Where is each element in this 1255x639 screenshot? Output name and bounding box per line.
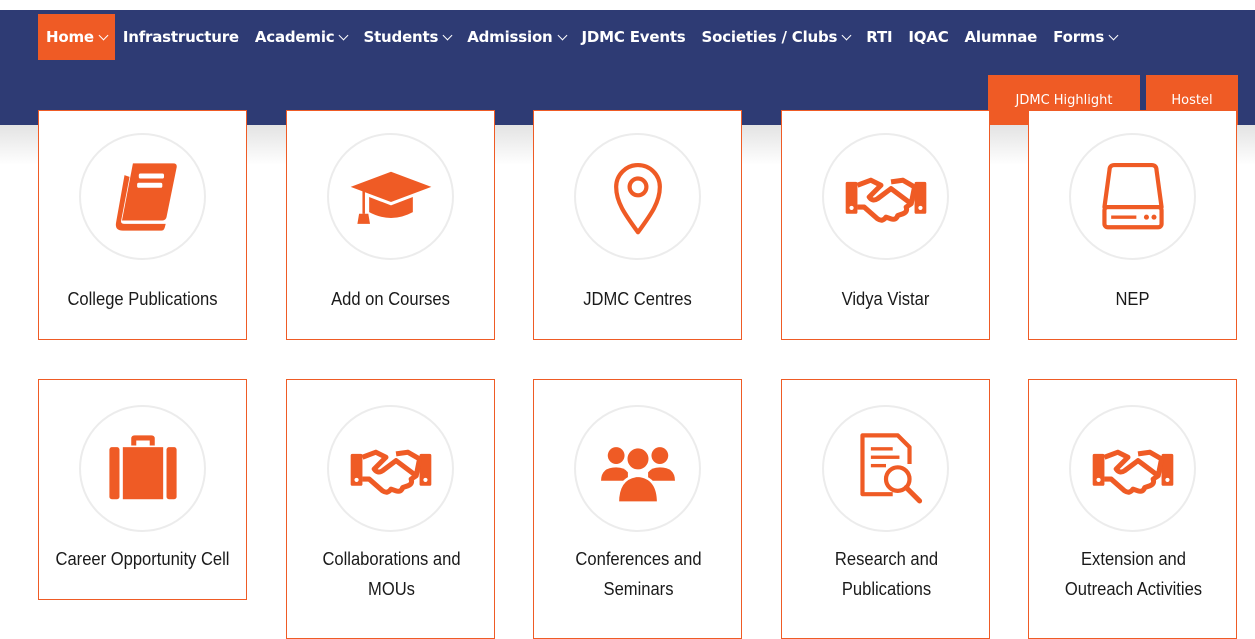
icon-circle <box>327 133 454 260</box>
card-label: JDMC Centres <box>583 289 692 309</box>
nav-item-home[interactable]: Home <box>38 14 115 60</box>
graduation-cap-icon <box>350 171 431 224</box>
nav-item-iqac[interactable]: IQAC <box>900 14 956 60</box>
nav-item-label: Academic <box>254 28 335 46</box>
card-label: Add on Courses <box>331 289 450 309</box>
briefcase-icon <box>108 434 177 499</box>
icon-circle <box>79 405 206 532</box>
chevron-down-icon <box>98 30 109 40</box>
nav-item-label: Home <box>46 28 94 46</box>
nav-item-rti[interactable]: RTI <box>858 14 900 60</box>
icon-circle <box>574 133 701 260</box>
nav-item-label: JDMC Events <box>581 28 686 46</box>
chevron-down-icon <box>1108 30 1119 40</box>
card-label: Conferences and Seminars <box>575 549 702 599</box>
card-label: College Publications <box>67 289 218 309</box>
card-label: Research and Publications <box>834 549 939 599</box>
card-conferences-and-seminars[interactable]: Conferences and Seminars <box>533 379 742 639</box>
card-label: Career Opportunity Cell <box>55 549 230 569</box>
chevron-down-icon <box>841 30 852 40</box>
card-college-publications[interactable]: College Publications <box>38 110 247 340</box>
nav-item-forms[interactable]: Forms <box>1045 14 1125 60</box>
nav-item-label: Forms <box>1053 28 1105 46</box>
icon-circle <box>822 405 949 532</box>
main-navbar: Home Infrastructure Academic Students Ad… <box>0 12 1255 125</box>
card-label: NEP <box>1115 289 1150 309</box>
handshake-icon <box>1092 449 1173 495</box>
icon-circle <box>574 405 701 532</box>
icon-circle <box>822 133 949 260</box>
icon-circle <box>1069 133 1196 260</box>
nav-item-societies-clubs[interactable]: Societies / Clubs <box>694 14 859 60</box>
chevron-down-icon <box>339 30 349 40</box>
nav-item-label: RTI <box>866 28 893 46</box>
card-label: Extension and Outreach Activities <box>1064 549 1203 599</box>
card-label: Collaborations and MOUs <box>322 549 461 599</box>
nav-item-label: IQAC <box>908 28 949 46</box>
nav-item-label: Alumnae <box>964 28 1038 46</box>
icon-circle <box>79 133 206 260</box>
nav-item-academic[interactable]: Academic <box>247 14 356 60</box>
document-search-icon <box>859 432 922 503</box>
card-add-on-courses[interactable]: Add on Courses <box>286 110 495 340</box>
map-pin-icon <box>613 162 662 234</box>
card-collaborations-and-mous[interactable]: Collaborations and MOUs <box>286 379 495 639</box>
nav-item-label: Societies / Clubs <box>701 28 838 46</box>
card-nep[interactable]: NEP <box>1028 110 1237 340</box>
nav-item-label: Admission <box>467 28 553 46</box>
nav-item-jdmc-events[interactable]: JDMC Events <box>574 14 694 60</box>
nav-item-admission[interactable]: Admission <box>459 14 573 60</box>
top-strip <box>0 0 1255 12</box>
nav-item-label: Students <box>363 28 439 46</box>
card-extension-and-outreach-activities[interactable]: Extension and Outreach Activities <box>1028 379 1237 639</box>
handshake-icon <box>350 449 431 495</box>
nav-item-alumnae[interactable]: Alumnae <box>957 14 1046 60</box>
card-label: Vidya Vistar <box>841 289 930 309</box>
book-icon <box>115 162 177 231</box>
nav-item-students[interactable]: Students <box>355 14 459 60</box>
card-career-opportunity-cell[interactable]: Career Opportunity Cell <box>38 379 247 600</box>
users-group-icon <box>600 445 675 504</box>
card-vidya-vistar[interactable]: Vidya Vistar <box>781 110 990 340</box>
icon-circle <box>327 405 454 532</box>
nav-item-infrastructure[interactable]: Infrastructure <box>115 14 247 60</box>
card-jdmc-centres[interactable]: JDMC Centres <box>533 110 742 340</box>
hard-drive-icon <box>1101 162 1164 229</box>
icon-circle <box>1069 405 1196 532</box>
chevron-down-icon <box>442 30 453 40</box>
nav-item-label: Infrastructure <box>122 28 239 46</box>
handshake-icon <box>845 177 926 223</box>
chevron-down-icon <box>557 30 567 40</box>
card-research-and-publications[interactable]: Research and Publications <box>781 379 990 639</box>
main-nav: Home Infrastructure Academic Students Ad… <box>38 14 1125 60</box>
